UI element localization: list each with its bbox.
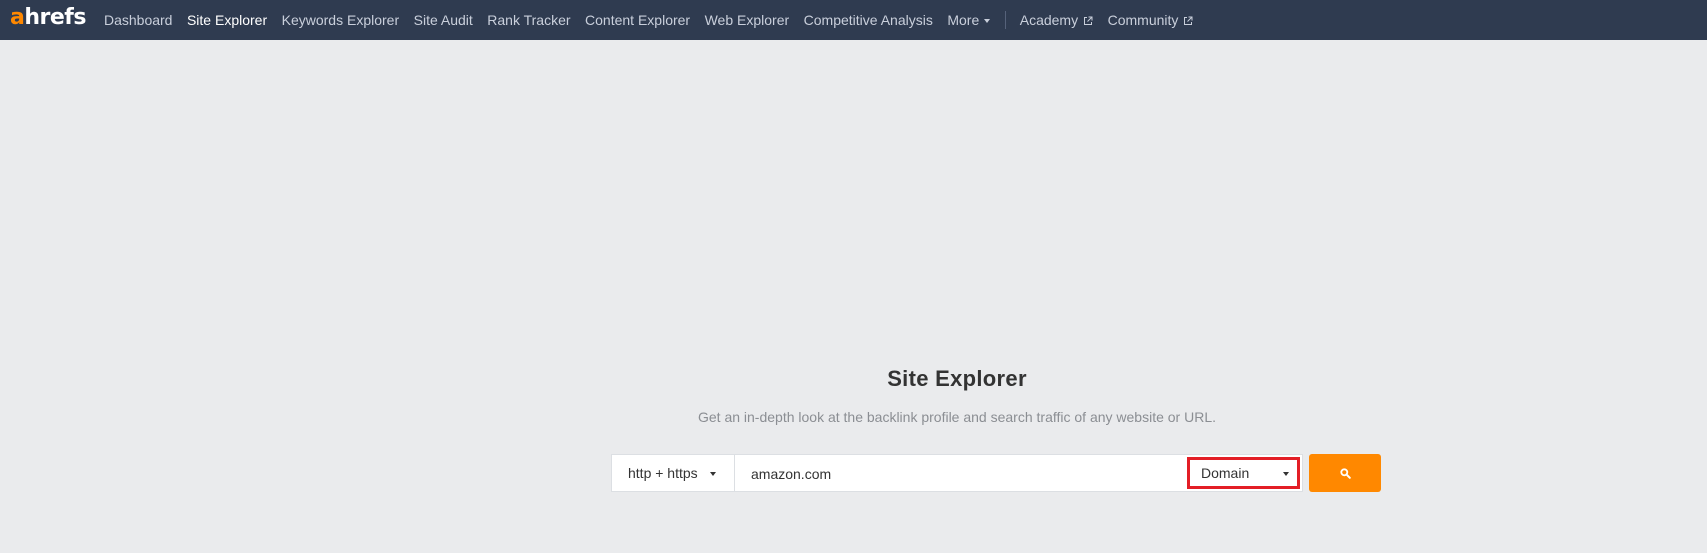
- nav-item-site-explorer[interactable]: Site Explorer: [187, 2, 267, 38]
- url-input[interactable]: [735, 455, 1187, 493]
- nav-item-academy[interactable]: Academy: [1020, 2, 1093, 38]
- protocol-select-value: http + https: [628, 465, 698, 481]
- nav-item-keywords-explorer[interactable]: Keywords Explorer: [282, 2, 400, 38]
- nav-item-dashboard[interactable]: Dashboard: [104, 2, 173, 38]
- nav-academy-label: Academy: [1019, 12, 1079, 28]
- nav-community-label: Community: [1107, 12, 1179, 28]
- external-link-icon: [1084, 16, 1093, 25]
- nav-item-more[interactable]: More: [947, 2, 991, 38]
- search-icon: [1339, 467, 1351, 479]
- protocol-select[interactable]: http + https: [612, 455, 735, 491]
- nav-item-community[interactable]: Community: [1108, 2, 1194, 38]
- nav-item-rank-tracker[interactable]: Rank Tracker: [487, 2, 570, 38]
- logo-accent-letter: a: [10, 5, 25, 30]
- top-navigation-bar: ahrefs Dashboard Site Explorer Keywords …: [0, 0, 1707, 40]
- nav-item-web-explorer[interactable]: Web Explorer: [705, 2, 790, 38]
- page-title: Site Explorer: [887, 366, 1027, 391]
- mode-select-value: Domain: [1201, 465, 1250, 481]
- external-link-icon: [1184, 16, 1193, 25]
- chevron-down-icon: [984, 19, 991, 23]
- nav-item-content-explorer[interactable]: Content Explorer: [585, 2, 690, 38]
- mode-select[interactable]: Domain: [1187, 457, 1300, 489]
- main-nav: Dashboard Site Explorer Keywords Explore…: [104, 0, 1208, 40]
- nav-more-label: More: [947, 12, 980, 28]
- nav-divider: [1004, 11, 1006, 29]
- page-subtitle: Get an in-depth look at the backlink pro…: [697, 409, 1217, 425]
- search-form: http + https Domain: [611, 454, 1381, 493]
- chevron-down-icon: [1283, 471, 1289, 476]
- nav-item-competitive-analysis[interactable]: Competitive Analysis: [804, 2, 933, 38]
- search-box: http + https Domain: [611, 454, 1303, 493]
- logo-text: hrefs: [24, 5, 86, 30]
- chevron-down-icon: [709, 471, 716, 476]
- ahrefs-logo[interactable]: ahrefs: [10, 0, 86, 38]
- search-button[interactable]: [1309, 454, 1381, 492]
- nav-item-site-audit[interactable]: Site Audit: [414, 2, 473, 38]
